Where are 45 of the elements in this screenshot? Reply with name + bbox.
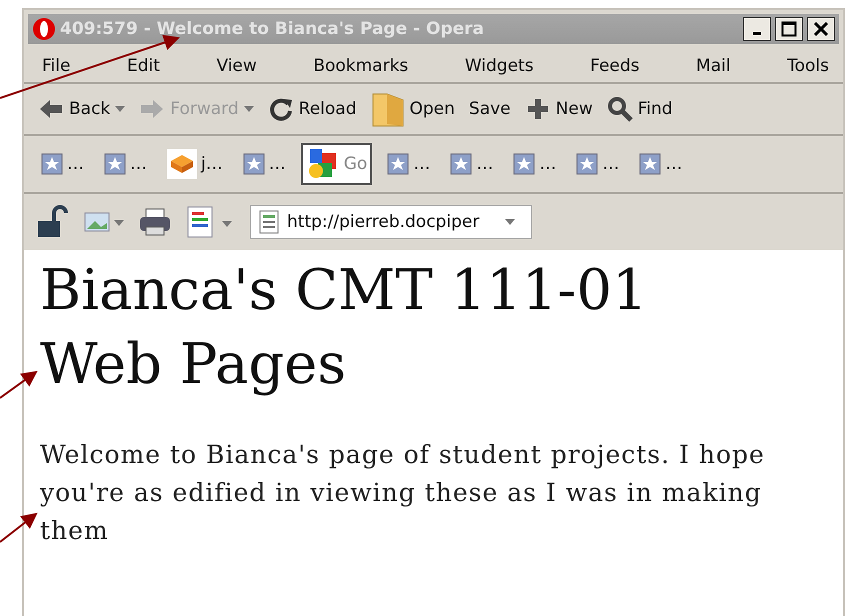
menu-item[interactable]: Widgets [464,56,534,76]
reload-icon [268,96,294,122]
bookmark-button[interactable]: j… [162,145,228,183]
toolbar-button[interactable]: Save [466,99,513,119]
page-icon [259,210,279,234]
printer-icon[interactable] [138,207,172,237]
bookmark-button[interactable]: … [99,149,152,179]
bookmark-button[interactable]: … [238,149,291,179]
address-bar[interactable]: http://pierreb.docpiper [250,205,532,239]
padlock-icon [36,205,70,239]
maximize-icon [781,21,797,37]
menu-item[interactable]: View [216,56,257,76]
search-icon [606,96,633,122]
image-icon[interactable] [84,211,124,233]
bookmark-button[interactable]: … [36,149,89,179]
menu-item[interactable]: Bookmarks [313,56,408,76]
annotation-arrow [0,370,38,399]
menu-item[interactable]: Edit [126,56,160,76]
welcome-paragraph: Welcome to Bianca's page of student projects. I hope you're as edified in viewing these as I was in making them [40,439,766,547]
bookmark-button[interactable]: … [382,149,436,179]
cube-icon [167,149,197,179]
menu-item[interactable]: File [42,56,70,76]
annotation-arrow [0,512,38,543]
opera-logo-icon [32,17,56,41]
toolbar-button[interactable]: New [522,96,595,122]
close-icon [814,22,828,36]
window-title: 409:579 - Welcome to Bianca's Page - Opera [60,19,486,39]
minimize-icon [753,32,761,35]
bookmark-button[interactable]: … [445,149,498,179]
toolbar-button[interactable]: Back [36,96,128,122]
toolbar-button[interactable]: Find [604,96,675,122]
close-button[interactable] [807,17,835,41]
menu-item[interactable]: Tools [787,56,829,76]
maximize-button[interactable] [775,17,803,41]
caret-icon [505,219,515,225]
bookmark-button[interactable]: … [634,149,688,179]
toolbar-button[interactable]: Reload [266,96,358,122]
bookmark-button[interactable]: Go [300,143,372,185]
minimize-button[interactable] [743,17,771,41]
bookmark-button[interactable]: … [508,149,562,179]
page-heading: Bianca's CMT 111-01 Web Pages [40,257,649,399]
toolbar-button[interactable]: Open [368,90,457,128]
menu-item[interactable]: Feeds [590,56,640,76]
menu-item[interactable]: Mail [696,56,731,76]
bookmark-button[interactable]: … [571,149,624,179]
